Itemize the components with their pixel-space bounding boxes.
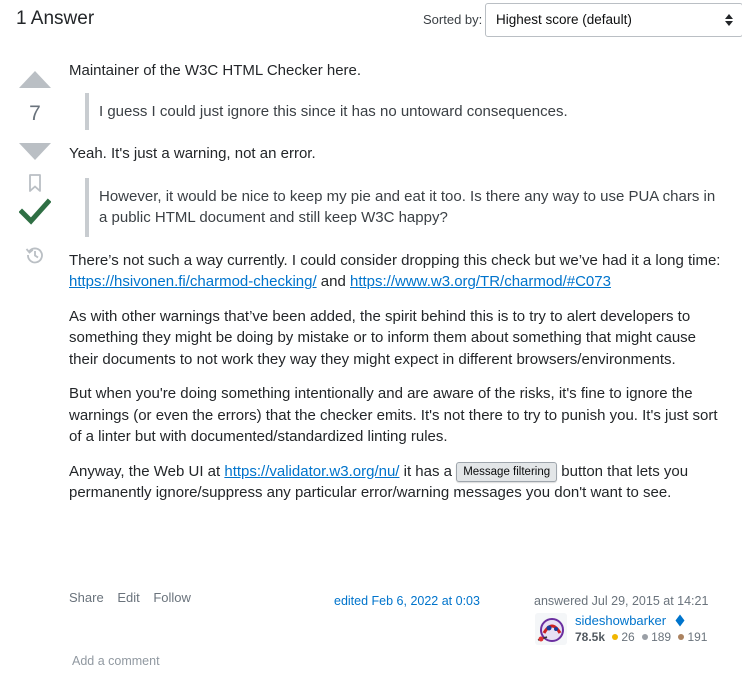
paragraph-6-before: Anyway, the Web UI at (69, 462, 221, 480)
link-w3-charmod[interactable]: https://www.w3.org/TR/charmod/#C073 (350, 273, 611, 290)
answer-body: Maintainer of the W3C HTML Checker here.… (69, 60, 729, 517)
edited-timestamp[interactable]: edited Feb 6, 2022 at 0:03 (334, 594, 480, 608)
blockquote-2: However, it would be nice to keep my pie… (85, 177, 729, 237)
vote-count: 7 (29, 102, 41, 125)
paragraph-6-mid: it has a (403, 462, 453, 480)
avatar-image (535, 613, 567, 645)
reputation-score: 78.5k (575, 630, 606, 644)
answer-intro: Maintainer of the W3C HTML Checker here. (69, 62, 362, 79)
link-charmod-checking[interactable]: https://hsivonen.fi/charmod-checking/ (69, 273, 317, 290)
bronze-badge-icon (678, 634, 685, 641)
moderator-diamond-icon (675, 614, 685, 627)
follow-link[interactable]: Follow (153, 590, 191, 605)
silver-badge-count: 189 (651, 630, 672, 644)
history-icon[interactable] (25, 245, 45, 265)
share-link[interactable]: Share (69, 590, 104, 605)
answer-paragraph-5: But when you're doing something intentio… (69, 385, 718, 445)
answer-paragraph-3: There’s not such a way currently. I coul… (69, 250, 729, 293)
avatar[interactable] (535, 613, 567, 645)
sort-select[interactable]: Highest score (default) (485, 3, 742, 37)
answered-timestamp: answered Jul 29, 2015 at 14:21 (534, 594, 709, 608)
sort-label: Sorted by: (423, 12, 483, 27)
blockquote-1: I guess I could just ignore this since i… (85, 92, 729, 130)
downvote-arrow-icon[interactable] (17, 141, 53, 163)
user-name[interactable]: sideshowbarker (575, 613, 666, 628)
paragraph-3-text: There’s not such a way currently. I coul… (69, 251, 721, 269)
silver-badge-icon (642, 634, 649, 641)
message-filtering-kbd: Message filtering (456, 461, 558, 482)
sort-select-value: Highest score (default) (496, 12, 632, 27)
edit-link[interactable]: Edit (117, 590, 139, 605)
accepted-check-icon (19, 198, 51, 225)
link-validator[interactable]: https://validator.w3.org/nu/ (224, 463, 399, 480)
answers-count: 1 Answer (16, 8, 95, 29)
gold-badge-icon (612, 634, 619, 641)
bronze-badge-count: 191 (687, 630, 708, 644)
answer-reply-1: Yeah. It's just a warning, not an error. (69, 145, 316, 162)
bookmark-icon[interactable] (26, 173, 44, 193)
user-reputation-row: 78.5k 26 189 191 (575, 630, 707, 644)
sort-arrows-icon (725, 14, 733, 26)
add-comment-link[interactable]: Add a comment (72, 654, 160, 668)
paragraph-3-and: and (320, 273, 346, 290)
answer-paragraph-6: Anyway, the Web UI at https://validator.… (69, 461, 729, 504)
post-menu: Share Edit Follow (69, 590, 201, 605)
answer-paragraph-4: As with other warnings that’ve been adde… (69, 307, 696, 368)
gold-badge-count: 26 (621, 630, 635, 644)
upvote-arrow-icon[interactable] (17, 68, 53, 90)
